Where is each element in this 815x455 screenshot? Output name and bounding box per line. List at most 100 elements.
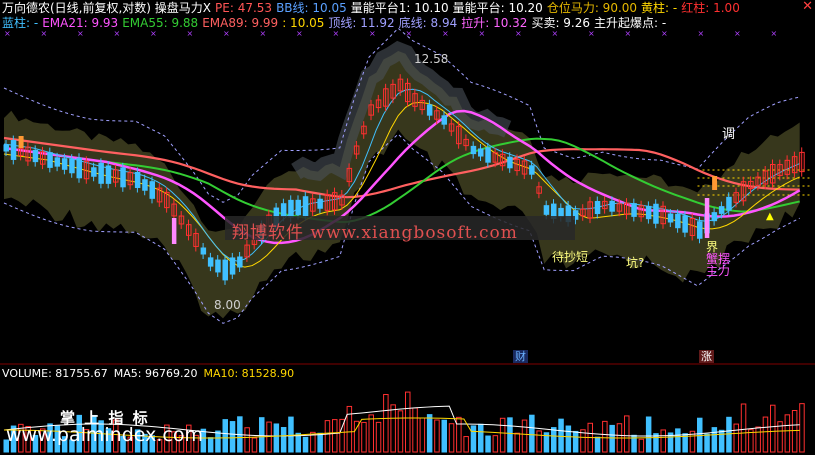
line2-4: : 10.05	[282, 16, 325, 30]
volume-stat-1: MA5: 96769.20	[113, 367, 198, 380]
candle-body	[61, 158, 68, 170]
orange-candle	[712, 176, 718, 190]
volume-bar	[324, 420, 331, 453]
candle-body	[295, 199, 301, 216]
candle-body	[609, 200, 615, 212]
palm-url: www.palmindex.com	[6, 424, 204, 446]
close-icon[interactable]: ✕	[802, 0, 813, 14]
volume-bar	[368, 414, 374, 453]
candle-body	[200, 247, 207, 255]
candle-body	[594, 200, 601, 215]
volume-bar	[346, 405, 353, 453]
signal-mark: ×	[552, 29, 559, 38]
indicator-header-row-2: 蓝柱: - EMA21: 9.93 EMA55: 9.88 EMA89: 9.99: …	[2, 16, 670, 30]
volume-bar	[463, 436, 469, 453]
volume-bar	[426, 414, 433, 453]
signal-mark: ×	[406, 29, 413, 38]
volume-bar	[383, 394, 389, 453]
candle-body	[76, 157, 82, 179]
line2-0: 蓝柱: -	[2, 16, 39, 30]
volume-bar	[375, 421, 382, 453]
line1-0: 万向德农(日线,前复权,对数) 操盘马力X	[2, 1, 212, 15]
volume-bar	[645, 416, 652, 453]
volume-bar	[740, 403, 747, 453]
candle-body	[543, 205, 550, 215]
candle-body	[280, 203, 287, 217]
volume-bar	[799, 403, 805, 453]
volume-bar	[405, 391, 411, 453]
line2-3: EMA89: 9.99	[202, 16, 279, 30]
volume-bar	[215, 430, 221, 453]
candle-body	[507, 156, 513, 169]
candle-body	[215, 259, 221, 273]
candle-body	[302, 196, 309, 217]
volume-bar	[784, 414, 791, 453]
candle-body	[222, 259, 228, 281]
signal-mark: ×	[588, 29, 595, 38]
candle-body	[229, 257, 236, 275]
candle-body	[718, 206, 725, 214]
candle-body	[470, 145, 477, 155]
volume-bar	[332, 419, 338, 453]
volume-bar	[660, 429, 666, 453]
volume-bar	[718, 429, 725, 453]
line2-5: 顶线: 11.92	[328, 16, 395, 30]
volume-bar	[507, 417, 513, 453]
volume-bar	[288, 416, 294, 453]
candle-body	[697, 221, 703, 239]
volume-stat-2: MA10: 81528.90	[203, 367, 295, 380]
volume-bar	[478, 423, 484, 453]
candle-body	[441, 115, 447, 125]
volume-bar	[624, 415, 630, 453]
volume-bar	[551, 427, 557, 453]
volume-bar	[762, 416, 769, 453]
signal-mark: ×	[77, 29, 84, 38]
line2-8: 买卖: 9.26	[531, 16, 591, 30]
volume-bar	[361, 421, 367, 453]
volume-bar	[770, 404, 776, 453]
candle-body	[645, 205, 652, 220]
pit-label: 坑?	[626, 256, 645, 270]
volume-bar	[755, 426, 761, 453]
line1-5: 仓位马力: 90.00	[546, 1, 638, 15]
high-price-label: 12.58	[414, 52, 449, 66]
volume-bar	[594, 436, 601, 453]
volume-bar	[572, 430, 579, 453]
volume-bar	[558, 418, 564, 453]
line1-3: 量能平台1: 10.10	[350, 1, 449, 15]
candle-body	[207, 257, 214, 267]
signal-mark: ×	[625, 29, 632, 38]
volume-bar	[302, 436, 309, 453]
candle-body	[3, 144, 9, 152]
volume-bar	[726, 416, 732, 453]
candle-body	[485, 147, 491, 163]
candle-body	[120, 167, 126, 188]
signal-mark: ×	[150, 29, 157, 38]
volume-bar	[521, 419, 528, 453]
candle-body	[105, 165, 112, 184]
signal-mark: ×	[114, 29, 121, 38]
main-force-label: 主力	[706, 264, 731, 278]
volume-bar	[244, 427, 250, 453]
rise-marker[interactable]: 涨	[699, 350, 714, 363]
candle-body	[32, 149, 39, 163]
candle-body	[237, 256, 243, 268]
volume-bar	[492, 435, 499, 453]
line1-7: 红柱: 1.00	[681, 1, 740, 15]
line2-2: EMA55: 9.88	[122, 16, 199, 30]
volume-bar	[397, 410, 404, 453]
volume-bar	[536, 430, 542, 453]
volume-bar	[733, 423, 739, 453]
volume-bar	[280, 427, 287, 453]
signal-mark: ×	[333, 29, 340, 38]
signal-mark: ×	[515, 29, 522, 38]
finance-marker[interactable]: 财	[513, 350, 528, 363]
signal-mark: ×	[661, 29, 668, 38]
volume-bar	[251, 437, 258, 453]
candle-body	[98, 162, 104, 184]
signal-mark: ×	[479, 29, 486, 38]
wait-short-label: 待抄短	[552, 250, 589, 264]
volume-bar	[222, 419, 228, 453]
signal-mark: ×	[442, 29, 449, 38]
candle-body	[47, 152, 53, 168]
